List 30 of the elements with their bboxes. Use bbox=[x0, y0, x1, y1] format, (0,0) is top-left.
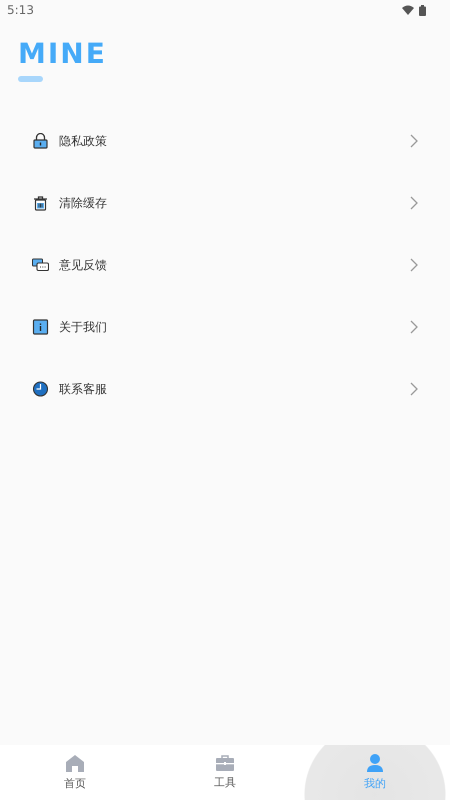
chevron-right-icon bbox=[410, 134, 418, 148]
toolbox-icon bbox=[216, 755, 234, 771]
menu-label: 关于我们 bbox=[59, 318, 108, 336]
chevron-right-icon bbox=[410, 196, 418, 210]
menu-label: 意见反馈 bbox=[59, 256, 108, 274]
chevron-right-icon bbox=[410, 258, 418, 272]
title-underline bbox=[18, 76, 43, 82]
menu-item[interactable]: 隐私政策 bbox=[0, 110, 450, 172]
person-icon bbox=[367, 754, 383, 772]
page-title: MINE bbox=[18, 38, 107, 70]
wifi-icon bbox=[402, 5, 414, 15]
info-icon bbox=[32, 319, 49, 335]
menu-item[interactable]: 联系客服 bbox=[0, 358, 450, 420]
menu-label: 联系客服 bbox=[59, 380, 108, 398]
battery-icon bbox=[419, 4, 426, 16]
chat-icon bbox=[32, 258, 49, 272]
menu-item[interactable]: 关于我们 bbox=[0, 296, 450, 358]
chevron-right-icon bbox=[410, 320, 418, 334]
trash-icon bbox=[32, 195, 49, 211]
menu-item[interactable]: 清除缓存 bbox=[0, 172, 450, 234]
lock-icon bbox=[32, 133, 49, 149]
menu-label: 隐私政策 bbox=[59, 132, 108, 150]
menu-label: 清除缓存 bbox=[59, 194, 108, 212]
home-icon bbox=[66, 754, 84, 772]
nav-tab[interactable]: 工具 bbox=[150, 745, 300, 800]
clock-icon bbox=[32, 381, 49, 397]
menu-item[interactable]: 意见反馈 bbox=[0, 234, 450, 296]
chevron-right-icon bbox=[410, 382, 418, 396]
nav-tab[interactable]: 首页 bbox=[0, 745, 150, 800]
status-time: 5:13 bbox=[7, 3, 34, 17]
